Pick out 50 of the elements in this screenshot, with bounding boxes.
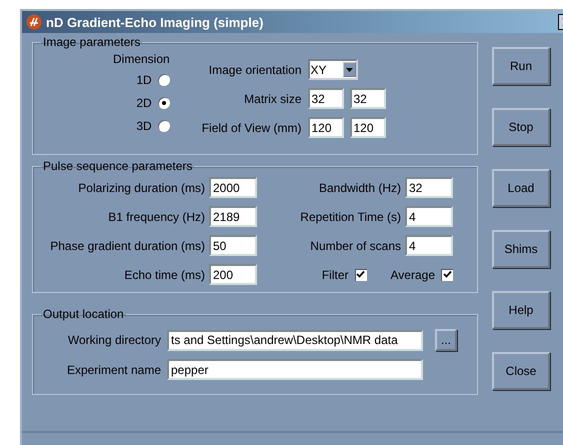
action-button[interactable]: Help	[492, 291, 550, 329]
field-of-view-field[interactable]: 120	[350, 117, 386, 138]
parameter-field[interactable]: 4	[405, 206, 453, 227]
parameter-label: Phase gradient duration (ms)	[50, 238, 205, 252]
parameter-field[interactable]: 50	[209, 235, 257, 256]
action-button[interactable]: Close	[492, 352, 550, 390]
group-title: Pulse sequence parameters	[42, 159, 194, 173]
parameter-field[interactable]: 32	[405, 177, 453, 198]
app-icon	[26, 14, 42, 30]
checkbox-label: Average	[390, 268, 435, 282]
radio-button[interactable]	[158, 97, 170, 109]
parameter-label: Echo time (ms)	[124, 268, 205, 282]
radio-label: 3D	[136, 119, 152, 133]
working-directory-field[interactable]: ts and Settings\andrew\Desktop\NMR data	[167, 330, 423, 350]
radio-label: 2D	[136, 96, 152, 110]
field-of-view-field[interactable]: 120	[308, 117, 344, 138]
parameter-field[interactable]: 2189	[209, 206, 257, 227]
matrix-size-label: Matrix size	[243, 92, 302, 106]
matrix-size-field[interactable]: 32	[308, 88, 344, 109]
matrix-size-field[interactable]: 32	[350, 88, 386, 109]
parameter-field[interactable]: 4	[405, 235, 453, 256]
working-directory-label: Working directory	[66, 333, 161, 347]
orientation-label: Image orientation	[208, 62, 302, 76]
action-button[interactable]: Run	[492, 47, 550, 85]
group-title: Image parameters	[42, 35, 142, 49]
parameter-label: Repetition Time (s)	[300, 210, 401, 224]
radio-label: 1D	[136, 73, 152, 87]
window-title: nD Gradient-Echo Imaging (simple)	[46, 14, 264, 30]
field-of-view-label: Field of View (mm)	[202, 120, 302, 134]
group-title: Output location	[42, 307, 125, 321]
checkbox[interactable]	[354, 268, 367, 280]
parameter-label: Number of scans	[310, 238, 401, 252]
checkbox[interactable]	[441, 268, 453, 280]
action-button[interactable]: Shims	[492, 230, 550, 268]
orientation-dropdown[interactable]: XY	[308, 59, 358, 80]
browse-button[interactable]: ...	[435, 329, 457, 351]
parameter-field[interactable]: 200	[209, 264, 257, 285]
radio-button[interactable]	[158, 74, 170, 86]
experiment-name-field[interactable]: pepper	[167, 359, 423, 380]
experiment-name-label: Experiment name	[66, 362, 161, 376]
parameter-field[interactable]: 2000	[209, 177, 257, 198]
parameter-label: Polarizing duration (ms)	[78, 180, 205, 194]
checkbox-label: Filter	[322, 268, 349, 282]
parameter-label: Bandwidth (Hz)	[318, 180, 401, 194]
radio-button[interactable]	[158, 120, 170, 132]
parameter-label: B1 frequency (Hz)	[108, 210, 205, 224]
action-button[interactable]: Stop	[492, 108, 550, 146]
dimension-label: Dimension	[113, 52, 170, 66]
dropdown-arrow-icon	[346, 68, 352, 72]
action-button[interactable]: Load	[492, 169, 550, 207]
